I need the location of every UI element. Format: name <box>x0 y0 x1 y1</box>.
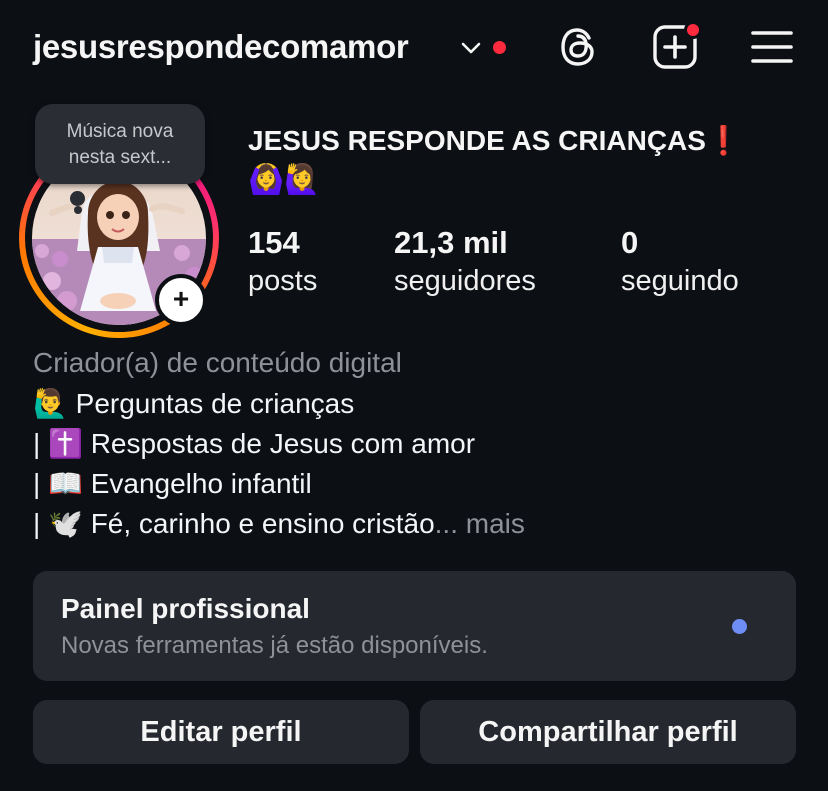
share-profile-button[interactable]: Compartilhar perfil <box>420 700 796 764</box>
dashboard-new-indicator <box>732 619 747 634</box>
account-notification-dot <box>493 41 506 54</box>
bio-line-1: 🙋‍♂️ Perguntas de crianças <box>33 388 355 419</box>
professional-dashboard-card[interactable]: Painel profissional Novas ferramentas já… <box>33 571 796 681</box>
note-tail-dot <box>70 191 85 206</box>
username-switcher[interactable]: jesusrespondecomamor <box>33 28 409 66</box>
chevron-down-icon[interactable] <box>459 38 483 58</box>
stat-following[interactable]: 0 seguindo <box>621 224 739 300</box>
profile-bio: 🙋‍♂️ Perguntas de crianças | ✝️ Resposta… <box>33 384 813 544</box>
full-name-text: JESUS RESPONDE AS CRIANÇAS <box>248 125 706 156</box>
following-count: 0 <box>621 225 639 260</box>
bio-line-3: | 📖 Evangelho infantil <box>33 468 312 499</box>
threads-icon[interactable] <box>556 24 602 70</box>
note-text-line-2: nesta sext... <box>68 147 172 168</box>
note-text: Música nova nesta sext... <box>35 119 205 171</box>
profile-full-name: JESUS RESPONDE AS CRIANÇAS❗ <box>248 124 808 158</box>
menu-icon[interactable] <box>750 28 794 66</box>
plus-icon: + <box>172 283 190 314</box>
bio-ellipsis: ... <box>434 508 458 539</box>
posts-label: posts <box>248 265 318 297</box>
stat-followers[interactable]: 21,3 mil seguidores <box>394 224 536 300</box>
dashboard-subtitle: Novas ferramentas já estão disponíveis. <box>61 632 488 659</box>
bio-more-link[interactable]: mais <box>466 508 525 539</box>
add-story-button[interactable]: + <box>155 274 207 326</box>
dashboard-title: Painel profissional <box>61 593 310 624</box>
profile-category: Criador(a) de conteúdo digital <box>33 347 402 378</box>
note-text-line-1: Música nova <box>66 121 174 142</box>
posts-count: 154 <box>248 225 300 260</box>
edit-profile-button[interactable]: Editar perfil <box>33 700 409 764</box>
followers-label: seguidores <box>394 265 536 297</box>
following-label: seguindo <box>621 265 739 297</box>
followers-count: 21,3 mil <box>394 225 508 260</box>
exclamation-emoji: ❗ <box>705 125 741 156</box>
bio-line-4-text: | 🕊️ Fé, carinho e ensino cristão <box>33 508 435 539</box>
bio-line-2: | ✝️ Respostas de Jesus com amor <box>33 428 476 459</box>
top-bar: jesusrespondecomamor <box>0 0 828 96</box>
new-post-notification-dot <box>684 21 702 39</box>
full-name-emojis: 🙆‍♀️🙋‍♀️ <box>248 164 321 196</box>
note-bubble[interactable]: Música nova nesta sext... <box>35 104 205 184</box>
note-tail-dot-small <box>74 206 82 214</box>
bio-line-4: | 🕊️ Fé, carinho e ensino cristão... mai… <box>33 504 813 544</box>
stat-posts[interactable]: 154 posts <box>248 224 317 300</box>
